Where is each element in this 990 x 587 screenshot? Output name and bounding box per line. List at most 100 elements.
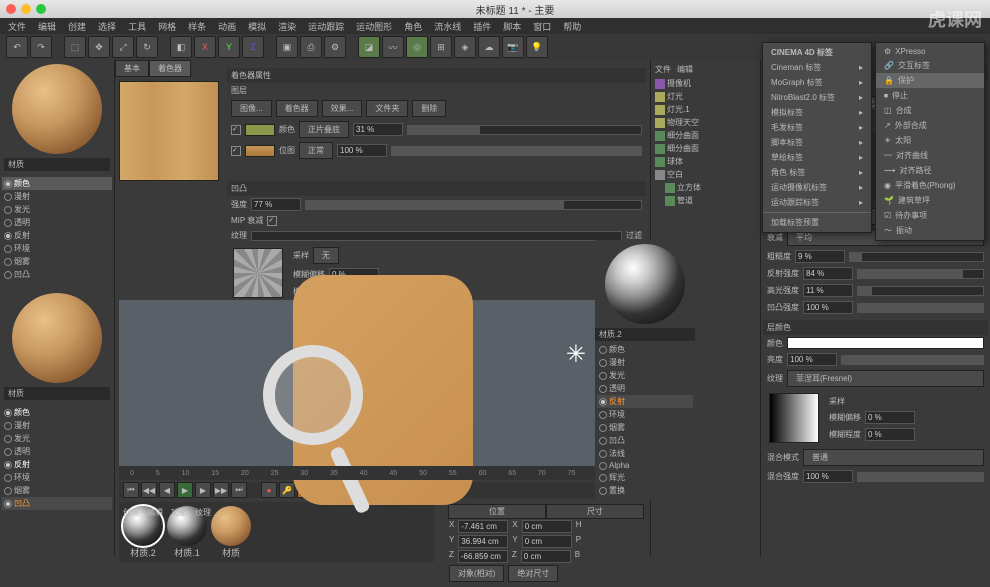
btn-delete[interactable]: 删除 xyxy=(412,100,446,117)
cube-primitive[interactable]: ◪ xyxy=(358,36,380,58)
obj-null[interactable]: 空白 xyxy=(653,168,758,181)
layer1-slider[interactable] xyxy=(407,125,642,135)
channel2-color[interactable]: 颜色 xyxy=(2,406,112,419)
mb-edit[interactable]: 编辑 xyxy=(147,507,163,518)
render-picture[interactable]: ⎙ xyxy=(300,36,322,58)
deformer-tool[interactable]: ◈ xyxy=(454,36,476,58)
refl-color[interactable] xyxy=(787,337,984,349)
sub-vibrate[interactable]: 〜振动 xyxy=(876,223,984,238)
channel-env[interactable]: 环境 xyxy=(2,242,112,255)
channel2-diffuse[interactable]: 漫射 xyxy=(2,419,112,432)
texture-thumbnail[interactable] xyxy=(233,248,283,298)
tag-hair[interactable]: 毛发标签▸ xyxy=(763,120,871,135)
obj-rel[interactable]: 对象(相对) xyxy=(449,565,504,582)
tag-cineman[interactable]: Cineman 标签▸ xyxy=(763,60,871,75)
z-size[interactable] xyxy=(521,550,571,563)
spec-input[interactable] xyxy=(803,284,853,297)
refl-tex[interactable]: 菲涅耳(Fresnel) xyxy=(787,370,984,387)
record-key[interactable]: ● xyxy=(261,482,277,498)
channel2-trans[interactable]: 透明 xyxy=(2,445,112,458)
light-tool[interactable]: 💡 xyxy=(526,36,548,58)
generator-tool[interactable]: ⊞ xyxy=(430,36,452,58)
prev-key[interactable]: ◀◀ xyxy=(141,482,157,498)
zoom-button[interactable] xyxy=(36,4,46,14)
menu-mograph[interactable]: 运动图形 xyxy=(356,20,392,33)
menu-file[interactable]: 文件 xyxy=(8,20,26,33)
sub-phong[interactable]: ◉平滑着色(Phong) xyxy=(876,178,984,193)
x-size[interactable] xyxy=(522,520,572,533)
rough-slider[interactable] xyxy=(849,252,984,262)
sub-stop[interactable]: ⏹停止 xyxy=(876,88,984,103)
obj-light2[interactable]: 灯光.1 xyxy=(653,103,758,116)
bright-slider[interactable] xyxy=(841,355,984,365)
mb-create[interactable]: 创建 xyxy=(123,507,139,518)
m2-fog[interactable]: 烟雾 xyxy=(597,421,693,434)
play-button[interactable]: ▶ xyxy=(177,482,193,498)
blur-off[interactable] xyxy=(865,411,915,424)
x-axis[interactable]: X xyxy=(194,36,216,58)
mip-check[interactable] xyxy=(267,216,277,226)
goto-end[interactable]: ⏭ xyxy=(231,482,247,498)
btn-effect[interactable]: 效果... xyxy=(322,100,363,117)
sub-interact[interactable]: 🔗交互标签 xyxy=(876,58,984,73)
sub-todo[interactable]: ☑待办事项 xyxy=(876,208,984,223)
channel-trans[interactable]: 透明 xyxy=(2,216,112,229)
sub-sun[interactable]: ☀太阳 xyxy=(876,133,984,148)
tab-basic[interactable]: 基本 xyxy=(115,60,149,77)
channel-refl[interactable]: 反射 xyxy=(2,229,112,242)
channel-bump[interactable]: 凹凸 xyxy=(2,268,112,281)
texture-preview[interactable] xyxy=(119,81,219,181)
texture-dropdown[interactable] xyxy=(251,231,622,241)
om-file[interactable]: 文件 xyxy=(655,64,671,75)
refl-input[interactable] xyxy=(803,267,853,280)
material2-preview[interactable] xyxy=(605,244,685,324)
blend-mode[interactable]: 普通 xyxy=(803,449,984,466)
bump-input[interactable] xyxy=(803,301,853,314)
y-size[interactable] xyxy=(522,535,572,548)
tab-shader[interactable]: 着色器 xyxy=(149,60,191,77)
tag-char[interactable]: 角色 标签▸ xyxy=(763,165,871,180)
prev-frame[interactable]: ◀ xyxy=(159,482,175,498)
y-pos[interactable] xyxy=(458,535,508,548)
spline-tool[interactable]: 〰 xyxy=(382,36,404,58)
obj-tube[interactable]: 管道 xyxy=(653,194,758,207)
obj-cube[interactable]: 立方体 xyxy=(653,181,758,194)
menu-motiontrack[interactable]: 运动跟踪 xyxy=(308,20,344,33)
tag-motrack[interactable]: 运动跟踪标签▸ xyxy=(763,195,871,210)
move-tool[interactable]: ✥ xyxy=(88,36,110,58)
menu-plugins[interactable]: 插件 xyxy=(473,20,491,33)
m2-trans[interactable]: 透明 xyxy=(597,382,693,395)
timeline-ruler[interactable]: 0510 152025 303540 455055 606570 758085 xyxy=(119,466,646,480)
obj-sky[interactable]: 物理天空 xyxy=(653,116,758,129)
blur-amt[interactable] xyxy=(865,428,915,441)
layer1-enable[interactable] xyxy=(231,125,241,135)
rotate-tool[interactable]: ↻ xyxy=(136,36,158,58)
strength-input[interactable] xyxy=(251,198,301,211)
z-pos[interactable] xyxy=(458,550,508,563)
y-axis[interactable]: Y xyxy=(218,36,240,58)
btn-folder[interactable]: 文件夹 xyxy=(366,100,408,117)
render-settings[interactable]: ⚙ xyxy=(324,36,346,58)
sub-xpresso[interactable]: ⚙XPresso xyxy=(876,45,984,58)
tag-mograph[interactable]: MoGraph 标签▸ xyxy=(763,75,871,90)
sub-protect[interactable]: 🔒保护 xyxy=(876,73,984,88)
strength-slider[interactable] xyxy=(305,200,642,210)
channel-color[interactable]: 颜色 xyxy=(2,177,112,190)
environment-tool[interactable]: ☁ xyxy=(478,36,500,58)
channel-diffuse[interactable]: 漫射 xyxy=(2,190,112,203)
sub-comp[interactable]: ◫合成 xyxy=(876,103,984,118)
menu-animate[interactable]: 动画 xyxy=(218,20,236,33)
tag-mocam[interactable]: 运动摄像机标签▸ xyxy=(763,180,871,195)
tag-sketch[interactable]: 草绘标签▸ xyxy=(763,150,871,165)
m2-refl[interactable]: 反射 xyxy=(597,395,693,408)
camera-tool[interactable]: 📷 xyxy=(502,36,524,58)
layer1-blend[interactable]: 正片叠底 xyxy=(299,121,349,138)
refl-slider[interactable] xyxy=(857,269,984,279)
viewport[interactable]: ✳ 0510 152025 303540 455055 606570 75808… xyxy=(119,300,646,480)
menu-help[interactable]: 帮助 xyxy=(563,20,581,33)
next-key[interactable]: ▶▶ xyxy=(213,482,229,498)
obj-sds1[interactable]: 细分曲面 xyxy=(653,129,758,142)
layer2-slider[interactable] xyxy=(391,146,642,156)
fresnel-thumb[interactable] xyxy=(769,393,819,443)
autokey[interactable]: 🔑 xyxy=(279,482,295,498)
